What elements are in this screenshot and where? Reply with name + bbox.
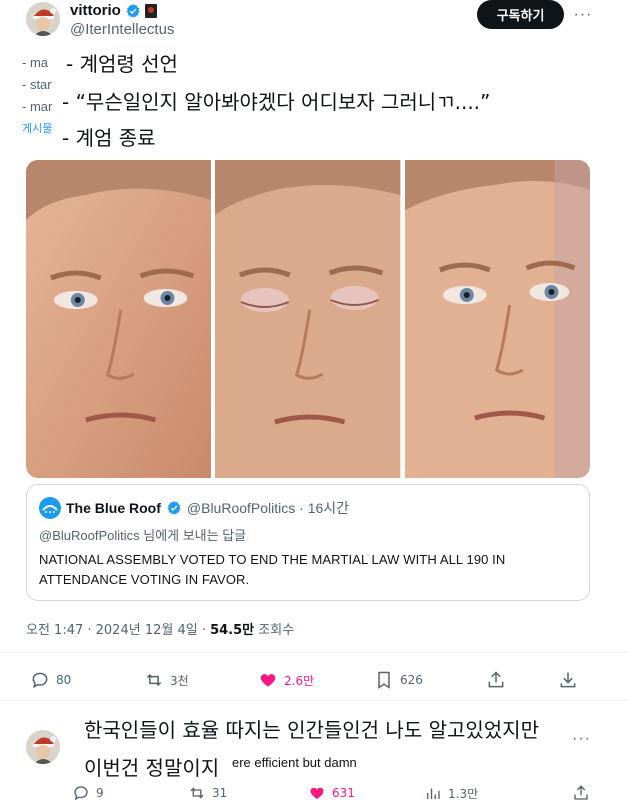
download-icon xyxy=(560,672,576,688)
meme-panel-eyes-open-again xyxy=(404,160,590,478)
meme-panel-eyes-open xyxy=(26,160,212,478)
reply-action-bar: 9 31 631 1.3만 xyxy=(72,784,592,800)
original-line-2: - star xyxy=(22,77,52,92)
reply-button[interactable]: 80 xyxy=(30,670,71,690)
affiliate-badge-icon xyxy=(144,3,157,18)
quote-reply-context: @BluRoofPolitics 님에게 보내는 답글 xyxy=(39,528,247,543)
bookmark-button[interactable]: 626 xyxy=(374,670,423,690)
caption-overlay-line-3: - 계엄 종료 xyxy=(58,124,160,152)
author-display-name[interactable]: vittorio xyxy=(70,2,121,19)
share-icon xyxy=(574,785,588,800)
author-avatar[interactable] xyxy=(26,2,60,36)
original-line-3: - mar xyxy=(22,99,53,114)
original-line-4[interactable]: 게시물 xyxy=(22,118,52,140)
reply-view-count: 1.3만 xyxy=(448,786,479,800)
reply-share-button[interactable] xyxy=(572,784,590,800)
share-button[interactable] xyxy=(486,670,506,690)
repost-button[interactable]: 3천 xyxy=(144,670,189,690)
caption-overlay-line-2: - “무슨일인지 알아봐야겠다 어디보자 그러니ㄲ....” xyxy=(58,88,495,116)
meme-panel-eyes-closed xyxy=(215,160,401,478)
reply-reply-count: 9 xyxy=(96,786,104,800)
reply-count: 80 xyxy=(56,673,72,687)
reply-author-avatar[interactable] xyxy=(26,730,60,764)
download-button[interactable] xyxy=(558,670,578,690)
original-line-1: - ma xyxy=(22,55,48,70)
caption-overlay-line-1: - 계엄령 선언 xyxy=(62,50,182,78)
reply-views-button[interactable]: 1.3만 xyxy=(424,784,478,800)
like-button[interactable]: 2.6만 xyxy=(258,670,314,690)
action-bar: 80 3천 2.6만 626 xyxy=(28,666,588,694)
reply-caption-overlay-line-1: 한국인들이 효율 따지는 인간들인건 나도 알고있었지만 xyxy=(80,716,543,744)
reply-caption-overlay-line-2: 이번건 정말이지 xyxy=(80,754,228,782)
view-count: 54.5만 xyxy=(210,623,255,638)
heart-filled-icon xyxy=(310,787,324,799)
like-count: 2.6만 xyxy=(284,673,315,688)
repost-icon xyxy=(190,787,204,799)
tweet-original-text: - ma - star - mar 게시물 xyxy=(22,52,52,140)
main-post: vittorio @IterIntellectus 구독하기 ··· - ma … xyxy=(0,0,628,701)
tweet-media-image[interactable] xyxy=(26,160,590,478)
divider-bottom xyxy=(0,700,628,701)
quoted-tweet[interactable]: The Blue Roof @BluRoofPolitics · 16시간 @B… xyxy=(26,484,590,601)
reply-like-count: 631 xyxy=(332,786,355,800)
more-options-icon[interactable]: ··· xyxy=(572,4,594,26)
reply-repost-button[interactable]: 31 xyxy=(188,784,227,800)
reply-icon xyxy=(74,786,88,800)
verified-badge-icon xyxy=(126,3,140,17)
quote-author-avatar xyxy=(39,497,61,519)
post-meta: 오전 1:47 · 2024년 12월 4일 · 54.5만 조회수 xyxy=(26,619,294,638)
author-info: vittorio @IterIntellectus xyxy=(70,2,174,38)
author-handle[interactable]: @IterIntellectus xyxy=(70,21,174,38)
quote-verified-badge-icon xyxy=(167,501,181,515)
view-label: 조회수 xyxy=(258,623,295,638)
share-icon xyxy=(488,671,504,688)
bookmark-count: 626 xyxy=(400,673,423,687)
reply-icon xyxy=(32,672,48,689)
reply-repost-count: 31 xyxy=(212,786,228,800)
divider-top xyxy=(0,652,628,653)
bookmark-icon xyxy=(378,671,390,689)
quote-author-name: The Blue Roof xyxy=(66,500,161,516)
reply-reply-button[interactable]: 9 xyxy=(72,784,104,800)
views-chart-icon xyxy=(427,788,440,799)
repost-count: 3천 xyxy=(170,673,189,688)
reply-more-options-icon[interactable]: ··· xyxy=(572,730,591,748)
post-timestamp[interactable]: 오전 1:47 · 2024년 12월 4일 · xyxy=(26,623,210,638)
heart-filled-icon xyxy=(260,674,276,687)
quote-author-handle-time: @BluRoofPolitics · 16시간 xyxy=(186,500,350,516)
reply-visible-text: ere efficient but damn xyxy=(232,755,357,770)
quote-body-text: NATIONAL ASSEMBLY VOTED TO END THE MARTI… xyxy=(39,552,506,587)
repost-icon xyxy=(146,673,162,687)
subscribe-button[interactable]: 구독하기 xyxy=(477,0,564,29)
reply-like-button[interactable]: 631 xyxy=(308,784,355,800)
